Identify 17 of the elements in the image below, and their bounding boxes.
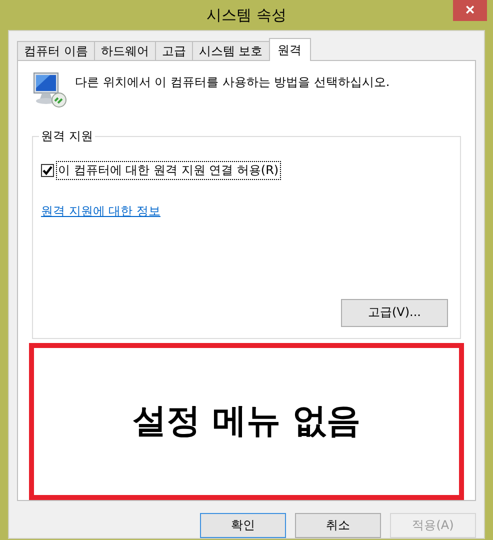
tab[interactable]: 하드웨어	[94, 41, 156, 60]
tab[interactable]: 원격	[268, 38, 311, 61]
tab[interactable]: 시스템 보호	[192, 41, 270, 60]
annotation-text: 설정 메뉴 없음	[132, 400, 360, 444]
tab[interactable]: 컴퓨터 이름	[17, 41, 95, 60]
dialog-button[interactable]: 확인	[200, 513, 286, 538]
description-text: 다른 위치에서 이 컴퓨터를 사용하는 방법을 선택하십시오.	[75, 74, 390, 91]
dialog-button[interactable]: 취소	[295, 513, 381, 538]
checkbox[interactable]	[41, 164, 54, 177]
close-button[interactable]: ×	[453, 0, 487, 21]
group-title: 원격 지원	[39, 128, 95, 145]
advanced-button[interactable]: 고급(V)...	[341, 298, 448, 327]
window-title: 시스템 속성	[206, 6, 286, 24]
checkbox-label[interactable]: 이 컴퓨터에 대한 원격 지원 연결 허용(R)	[56, 161, 281, 180]
info-link[interactable]: 원격 지원에 대한 정보	[41, 203, 160, 220]
computer-icon	[32, 72, 68, 108]
tab[interactable]: 고급	[154, 41, 193, 60]
